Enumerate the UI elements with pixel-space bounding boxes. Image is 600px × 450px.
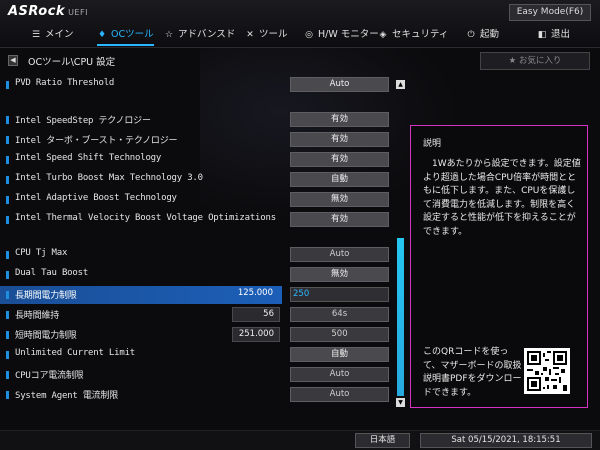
scroll-up-arrow-icon[interactable]: ▲ [396, 80, 405, 89]
favorite-button[interactable]: ★ お気に入り [480, 52, 590, 70]
setting-row-short-power-limit[interactable]: 短時間電力制限 251.000 500 [0, 326, 400, 344]
star-icon: ★ [508, 56, 519, 66]
setting-row-speed-shift[interactable]: Intel Speed Shift Technology 有効 [0, 151, 400, 169]
row-marker [6, 371, 9, 379]
monitor-icon: ◎ [305, 30, 313, 40]
tab-advanced[interactable]: ☆ アドバンスド [164, 26, 235, 46]
top-bar: ASRock UEFI Easy Mode(F6) ☰ メイン ♦ OCツール ☆ アド… [0, 0, 600, 48]
setting-value[interactable]: 有効 [290, 212, 389, 227]
language-button[interactable]: 日本語 [355, 433, 410, 448]
row-marker [6, 291, 9, 299]
setting-value[interactable]: 有効 [290, 132, 389, 147]
row-marker [6, 196, 9, 204]
description-panel: 説明 1Wあたりから設定できます。設定値より超過した場合CPU倍率が時間とともに… [410, 125, 588, 408]
scroll-down-arrow-icon[interactable]: ▼ [396, 398, 405, 407]
row-marker [6, 391, 9, 399]
setting-value[interactable]: 有効 [290, 112, 389, 127]
row-marker [6, 81, 9, 89]
setting-row-turbo-max-30[interactable]: Intel Turbo Boost Max Technology 3.0 自動 [0, 171, 400, 189]
setting-value[interactable]: Auto [290, 77, 389, 92]
qr-code-icon [524, 348, 570, 394]
setting-value[interactable]: Auto [290, 247, 389, 262]
row-marker [6, 351, 9, 359]
setting-row-dual-tau[interactable]: Dual Tau Boost 無効 [0, 266, 400, 284]
row-marker [6, 156, 9, 164]
row-marker [6, 216, 9, 224]
setting-value[interactable]: 64s [290, 307, 389, 322]
setting-row-turbo-boost[interactable]: Intel ターボ・ブースト・テクノロジー 有効 [0, 131, 400, 149]
long-power-limit-input[interactable]: 250 [290, 287, 389, 302]
tab-hw-monitor[interactable]: ◎ H/W モニター [304, 26, 379, 46]
footer-bar: 日本語 Sat 05/15/2021, 18:15:51 [0, 430, 600, 450]
row-marker [6, 271, 9, 279]
back-arrow-icon[interactable]: ◀ [8, 55, 18, 66]
tab-main[interactable]: ☰ メイン [31, 26, 74, 46]
scrollbar-thumb[interactable] [397, 238, 404, 396]
tools-icon: ✕ [246, 30, 254, 40]
row-marker [6, 251, 9, 259]
setting-row-unlimited-current[interactable]: Unlimited Current Limit 自動 [0, 346, 400, 364]
main-nav: ☰ メイン ♦ OCツール ☆ アドバンスド ✕ ツール ◎ H/W モニター ◈ セキュリ… [0, 26, 600, 46]
description-text: 1Wあたりから設定できます。設定値より超過した場合CPU倍率が時間とともに低下し… [423, 159, 581, 237]
setting-row-cpu-core-current[interactable]: CPUコア電流制限 Auto [0, 366, 400, 384]
row-marker [6, 311, 9, 319]
setting-row-sa-current[interactable]: System Agent 電流制限 Auto [0, 386, 400, 404]
current-value: 125.000 [237, 288, 273, 298]
easy-mode-button[interactable]: Easy Mode(F6) [509, 4, 591, 21]
tab-oc-tools[interactable]: ♦ OCツール [97, 26, 154, 46]
setting-value[interactable]: 自動 [290, 172, 389, 187]
setting-value[interactable]: Auto [290, 387, 389, 402]
tab-boot[interactable]: ⏻ 起動 [466, 26, 499, 46]
asrock-logo: ASRock UEFI [8, 4, 88, 19]
datetime-display: Sat 05/15/2021, 18:15:51 [420, 433, 592, 448]
qr-description-text: このQRコードを使って、マザーボードの取扱説明書PDFをダウンロードできます。 [423, 347, 522, 398]
row-marker [6, 136, 9, 144]
tab-exit[interactable]: ◧ 退出 [537, 26, 570, 46]
setting-value[interactable]: 無効 [290, 267, 389, 282]
description-title: 説明 [423, 139, 442, 149]
setting-value[interactable]: Auto [290, 367, 389, 382]
setting-row-long-power-limit[interactable]: 長期間電力制限 125.000 [0, 286, 282, 304]
tab-tools[interactable]: ✕ ツール [245, 26, 287, 46]
main-icon: ☰ [31, 30, 41, 40]
row-marker [6, 331, 9, 339]
setting-value[interactable]: 無効 [290, 192, 389, 207]
setting-row-tvb[interactable]: Intel Thermal Velocity Boost Voltage Opt… [0, 211, 400, 229]
setting-row-speedstep[interactable]: Intel SpeedStep テクノロジー 有効 [0, 111, 400, 129]
setting-row-long-duration[interactable]: 長時間維持 56 64s [0, 306, 400, 324]
flame-icon: ♦ [97, 30, 107, 40]
setting-value[interactable]: 500 [290, 327, 389, 342]
row-marker [6, 176, 9, 184]
power-icon: ⏻ [467, 30, 475, 40]
setting-row-pvd-ratio[interactable]: PVD Ratio Threshold Auto [0, 76, 400, 94]
shield-icon: ◈ [379, 30, 387, 40]
setting-value[interactable]: 有効 [290, 152, 389, 167]
setting-value[interactable]: 自動 [290, 347, 389, 362]
current-value: 56 [232, 307, 280, 322]
exit-icon: ◧ [537, 30, 547, 40]
row-marker [6, 116, 9, 124]
current-value: 251.000 [232, 327, 280, 342]
breadcrumb: OCツール\CPU 設定 [28, 57, 116, 68]
star-icon: ☆ [164, 30, 174, 40]
setting-row-adaptive-boost[interactable]: Intel Adaptive Boost Technology 無効 [0, 191, 400, 209]
tab-security[interactable]: ◈ セキュリティ [378, 26, 449, 46]
setting-row-cpu-tj-max[interactable]: CPU Tj Max Auto [0, 246, 400, 264]
